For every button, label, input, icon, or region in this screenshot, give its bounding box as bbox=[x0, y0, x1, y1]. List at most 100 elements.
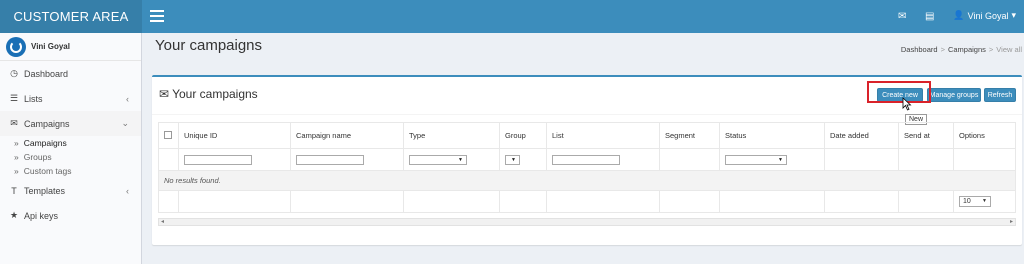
horizontal-scrollbar[interactable]: ◂ ▸ bbox=[158, 218, 1016, 226]
sidebar-subitem-custom-tags[interactable]: » Custom tags bbox=[14, 164, 141, 178]
column-header[interactable]: Date added bbox=[824, 122, 899, 149]
unique-id-filter-input[interactable] bbox=[184, 154, 252, 165]
filter-cell bbox=[719, 148, 825, 171]
select-all-cell bbox=[158, 122, 179, 149]
group-filter-select[interactable] bbox=[505, 154, 520, 165]
subitem-label: Campaigns bbox=[23, 138, 67, 148]
column-header: Options bbox=[953, 122, 1016, 149]
filter-cell bbox=[158, 148, 179, 171]
top-navbar: ✉ ▤ 👤 Vini Goyal ▾ bbox=[142, 0, 1024, 33]
column-header[interactable]: Campaign name bbox=[290, 122, 404, 149]
footer-cell bbox=[178, 190, 291, 213]
filter-cell bbox=[898, 148, 954, 171]
empty-message: No results found. bbox=[158, 170, 1016, 191]
footer-row: 10 bbox=[158, 190, 1016, 213]
footer-cell bbox=[290, 190, 404, 213]
list-icon: ☰ bbox=[9, 93, 19, 103]
footer-cell bbox=[898, 190, 954, 213]
sidebar-item-templates[interactable]: T Templates ‹ bbox=[0, 178, 141, 203]
empty-row: No results found. bbox=[158, 170, 1016, 191]
user-menu[interactable]: 👤 Vini Goyal ▾ bbox=[953, 10, 1016, 21]
sidebar-user-name: Vini Goyal bbox=[31, 42, 70, 51]
type-filter-select[interactable] bbox=[409, 154, 467, 165]
filter-cell bbox=[403, 148, 500, 171]
footer-cell bbox=[824, 190, 899, 213]
chevron-left-icon: ‹ bbox=[126, 93, 129, 104]
breadcrumb-current: View all bbox=[996, 45, 1022, 54]
sidebar-item-label: Api keys bbox=[24, 210, 59, 221]
filter-cell bbox=[178, 148, 291, 171]
filter-cell bbox=[546, 148, 660, 171]
sidebar-subitem-groups[interactable]: » Groups bbox=[14, 150, 141, 164]
user-panel: Vini Goyal bbox=[0, 33, 141, 61]
footer-cell bbox=[499, 190, 547, 213]
sidebar-item-label: Lists bbox=[24, 93, 43, 104]
breadcrumb-separator: > bbox=[940, 45, 945, 54]
footer-cell bbox=[546, 190, 660, 213]
filter-cell bbox=[290, 148, 404, 171]
campaigns-submenu: » Campaigns » Groups » Custom tags bbox=[0, 136, 141, 178]
column-header[interactable]: Segment bbox=[659, 122, 720, 149]
chevron-left-icon: ‹ bbox=[126, 185, 129, 196]
server-icon[interactable]: ▤ bbox=[925, 11, 934, 22]
campaign-name-filter-input[interactable] bbox=[296, 154, 364, 165]
user-icon: 👤 bbox=[953, 10, 965, 20]
scroll-left-icon[interactable]: ◂ bbox=[161, 218, 164, 225]
content-header: Your campaigns bbox=[155, 37, 262, 54]
sidebar-item-lists[interactable]: ☰ Lists ‹ bbox=[0, 86, 141, 111]
manage-groups-button[interactable]: Manage groups bbox=[927, 88, 981, 102]
column-header[interactable]: Type bbox=[403, 122, 500, 149]
highlight-box bbox=[867, 81, 931, 103]
double-chevron-icon: » bbox=[14, 152, 19, 162]
sidebar: Vini Goyal ◷ Dashboard ☰ Lists ‹ ✉ Campa… bbox=[0, 33, 142, 264]
envelope-icon: ✉ bbox=[159, 87, 170, 101]
breadcrumb-separator: > bbox=[988, 45, 994, 54]
column-header[interactable]: Group bbox=[499, 122, 547, 149]
column-header[interactable]: List bbox=[546, 122, 660, 149]
envelope-icon[interactable]: ✉ bbox=[898, 11, 906, 22]
sidebar-item-label: Campaigns bbox=[24, 118, 70, 129]
status-filter-select[interactable] bbox=[725, 154, 787, 165]
filter-cell bbox=[659, 148, 720, 171]
avatar bbox=[6, 36, 26, 57]
sidebar-item-api-keys[interactable]: ★ Api keys bbox=[0, 203, 141, 228]
filter-cell bbox=[824, 148, 899, 171]
column-header[interactable]: Status bbox=[719, 122, 825, 149]
user-menu-name: Vini Goyal bbox=[967, 10, 1009, 21]
table-header-row: Unique ID Campaign name Type Group List … bbox=[158, 122, 1016, 149]
sidebar-item-dashboard[interactable]: ◷ Dashboard bbox=[0, 61, 141, 86]
refresh-button[interactable]: Refresh bbox=[984, 88, 1016, 102]
scroll-right-icon[interactable]: ▸ bbox=[1010, 218, 1013, 225]
caret-down-icon: ▾ bbox=[1011, 10, 1016, 20]
breadcrumb-dashboard[interactable]: Dashboard bbox=[901, 45, 938, 54]
list-filter-input[interactable] bbox=[552, 154, 620, 165]
mouse-cursor-icon bbox=[902, 97, 912, 111]
footer-cell bbox=[659, 190, 720, 213]
column-header[interactable]: Unique ID bbox=[178, 122, 291, 149]
footer-cell: 10 bbox=[953, 190, 1016, 213]
text-icon: T bbox=[11, 185, 17, 196]
sidebar-subitem-campaigns[interactable]: » Campaigns bbox=[14, 136, 141, 150]
subitem-label: Groups bbox=[23, 152, 52, 162]
dashboard-icon: ◷ bbox=[10, 68, 18, 78]
page-size-select[interactable]: 10 bbox=[959, 196, 991, 207]
sidebar-toggle-icon[interactable] bbox=[150, 10, 164, 22]
double-chevron-icon: » bbox=[14, 138, 19, 148]
sidebar-item-label: Dashboard bbox=[24, 68, 69, 79]
filter-cell bbox=[499, 148, 547, 171]
filter-row bbox=[158, 148, 1016, 171]
column-header[interactable]: Send at bbox=[898, 122, 954, 149]
sidebar-item-label: Templates bbox=[24, 185, 66, 196]
select-all-checkbox[interactable] bbox=[164, 130, 172, 139]
page-title: Your campaigns bbox=[155, 37, 263, 54]
brand-logo[interactable]: CUSTOMER AREA bbox=[0, 0, 142, 33]
footer-cell bbox=[719, 190, 825, 213]
footer-cell bbox=[158, 190, 179, 213]
filter-cell bbox=[953, 148, 1016, 171]
campaigns-table: Unique ID Campaign name Type Group List … bbox=[158, 122, 1016, 213]
subitem-label: Custom tags bbox=[23, 166, 72, 176]
sidebar-item-campaigns[interactable]: ✉ Campaigns ⌄ bbox=[0, 111, 141, 136]
box-title: ✉ Your campaigns bbox=[159, 87, 258, 101]
envelope-icon: ✉ bbox=[10, 118, 18, 128]
breadcrumb-campaigns[interactable]: Campaigns bbox=[948, 45, 986, 54]
